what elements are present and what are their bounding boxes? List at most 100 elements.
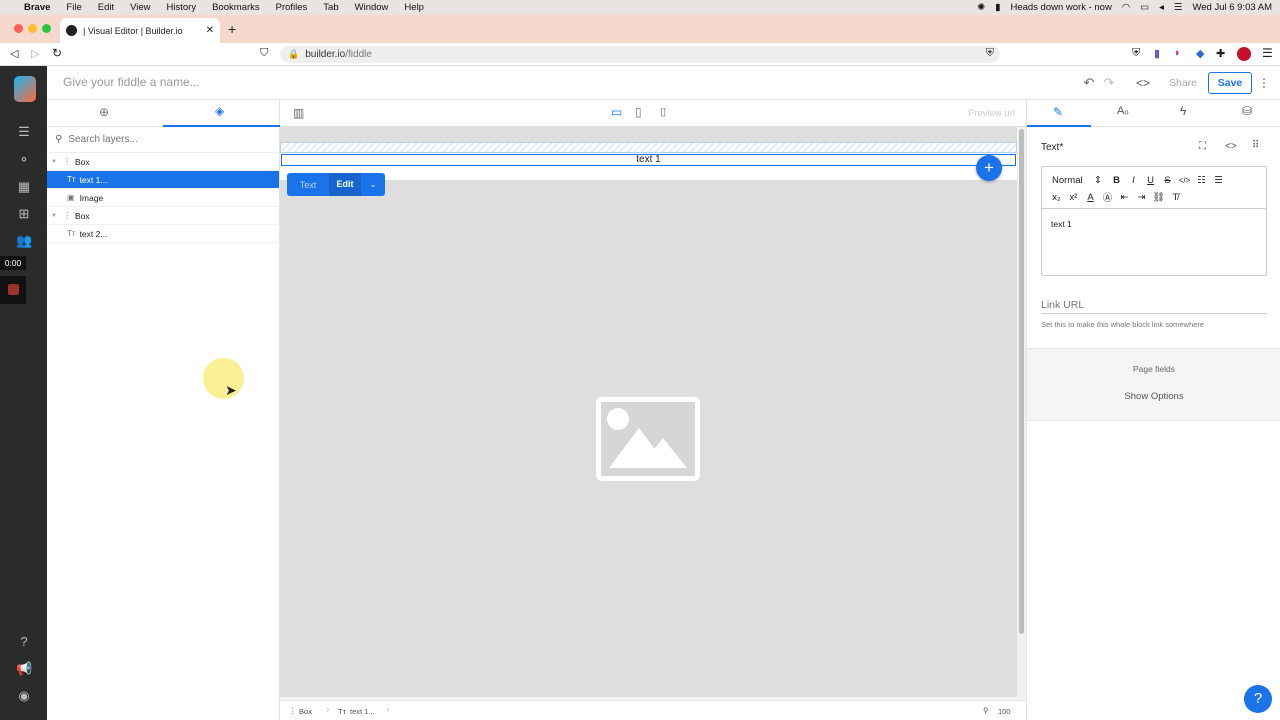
menu-tab[interactable]: Tab <box>323 2 338 13</box>
menu-file[interactable]: File <box>66 2 81 13</box>
breadcrumb-item[interactable]: Box <box>299 707 312 716</box>
menu-edit[interactable]: Edit <box>98 2 114 13</box>
more-menu-icon[interactable]: ⋮ <box>1258 72 1270 94</box>
outdent-icon[interactable]: ⇤ <box>1116 192 1133 203</box>
tab-data-icon[interactable]: ⛁ <box>1242 104 1252 118</box>
link-icon[interactable]: ⛓ <box>1150 192 1167 203</box>
users-icon[interactable]: 👥 <box>16 233 32 249</box>
bold-icon[interactable]: B <box>1108 175 1125 186</box>
menu-bookmarks[interactable]: Bookmarks <box>212 2 260 13</box>
drag-handle-icon[interactable]: ⋮ <box>63 156 72 167</box>
browser-menu-icon[interactable]: ☰ <box>1262 46 1273 60</box>
collapse-arrow-icon[interactable]: ▼ <box>51 159 57 165</box>
tab-edit-icon[interactable]: ✎ <box>1053 105 1063 119</box>
profile-avatar[interactable] <box>1237 47 1251 61</box>
sidebar-toggle-icon[interactable]: ▮ <box>995 2 1000 13</box>
extension-icon-2[interactable]: ◆ <box>1196 47 1204 60</box>
drag-icon[interactable]: ⠿ <box>1252 140 1259 151</box>
code-inline-icon[interactable]: </> <box>1176 176 1193 185</box>
code-icon[interactable]: <> <box>1225 141 1237 152</box>
menu-app-name[interactable]: Brave <box>24 2 50 13</box>
focus-status[interactable]: Heads down work - now <box>1010 2 1111 13</box>
menu-profiles[interactable]: Profiles <box>276 2 308 13</box>
menu-help[interactable]: Help <box>404 2 424 13</box>
puzzle-extensions-icon[interactable]: ✚ <box>1216 47 1225 60</box>
zoom-level[interactable]: 100 <box>998 707 1011 716</box>
reload-icon[interactable]: ↻ <box>52 46 62 60</box>
bullet-list-icon[interactable]: ☰ <box>1210 175 1227 186</box>
layers-search[interactable]: ⚲ <box>47 127 279 153</box>
close-window-icon[interactable] <box>14 24 23 33</box>
indent-icon[interactable]: ⇥ <box>1133 192 1150 203</box>
battery-icon[interactable]: ▭ <box>1140 2 1149 13</box>
menu-view[interactable]: View <box>130 2 150 13</box>
targeting-icon[interactable]: ⚬ <box>16 152 32 168</box>
breadcrumb-item[interactable]: text 1... <box>350 707 375 716</box>
tab-interactions-icon[interactable]: ϟ <box>1180 104 1186 118</box>
canvas-page[interactable]: text 1 Text Edit ⌄ + <box>280 127 1017 697</box>
extension-icon-1[interactable]: ▮ <box>1154 47 1160 60</box>
superscript-icon[interactable]: x² <box>1065 192 1082 203</box>
new-tab-icon[interactable]: + <box>228 21 236 37</box>
undo-icon[interactable]: ↶ <box>1081 72 1097 94</box>
menu-history[interactable]: History <box>167 2 197 13</box>
layer-row[interactable]: ▣ Image <box>47 189 279 207</box>
help-chat-button[interactable]: ? <box>1244 685 1272 713</box>
content-icon[interactable]: ☰ <box>16 124 32 140</box>
menu-window[interactable]: Window <box>355 2 389 13</box>
clear-format-icon[interactable]: T̸ <box>1167 192 1184 203</box>
canvas-scrollbar[interactable] <box>1019 129 1024 634</box>
block-options-dropdown-icon[interactable]: ⌄ <box>361 180 385 189</box>
account-icon[interactable]: ◉ <box>16 688 32 704</box>
columns-view-icon[interactable]: ▥ <box>293 106 304 120</box>
announcements-icon[interactable]: 📢 <box>16 661 32 677</box>
rich-text-editor[interactable]: Normal ⇕ B I U S </> ☷ ☰ x₂ x² A Ⓐ ⇤ ⇥ ⛓ … <box>1041 166 1267 276</box>
wifi-icon[interactable]: ◠ <box>1122 2 1130 13</box>
help-icon[interactable]: ? <box>16 634 32 650</box>
integrations-icon[interactable]: ⊞ <box>16 206 32 222</box>
forward-icon[interactable]: ▷ <box>31 47 39 60</box>
search-layers-input[interactable] <box>68 134 249 145</box>
layer-row[interactable]: ▼ ⋮ Box <box>47 153 279 171</box>
preview-url[interactable]: Preview url <box>968 108 1015 119</box>
desktop-view-icon[interactable]: ▭ <box>611 105 622 119</box>
pocket-icon[interactable]: ◗ <box>1174 47 1181 59</box>
menubar-datetime[interactable]: Wed Jul 6 9:03 AM <box>1192 2 1272 13</box>
layer-row-selected[interactable]: Tт text 1... <box>47 171 279 189</box>
background-color-icon[interactable]: Ⓐ <box>1099 190 1116 204</box>
close-tab-icon[interactable]: ✕ <box>206 25 214 36</box>
drag-handle-icon[interactable]: ⋮ <box>63 210 72 221</box>
tab-insert-icon[interactable]: ⊕ <box>99 105 109 119</box>
redo-icon[interactable]: ↷ <box>1101 72 1117 94</box>
fiddle-name-input[interactable] <box>63 75 363 89</box>
minimize-window-icon[interactable] <box>28 24 37 33</box>
save-button[interactable]: Save <box>1208 72 1252 94</box>
models-icon[interactable]: ▦ <box>16 179 32 195</box>
italic-icon[interactable]: I <box>1125 175 1142 186</box>
back-icon[interactable]: ◁ <box>10 47 18 60</box>
tab-style-icon[interactable]: Aₒ <box>1117 105 1129 117</box>
share-button[interactable]: Share <box>1163 72 1203 94</box>
brave-shield-icon[interactable]: ⛨ <box>986 47 994 60</box>
layer-row[interactable]: ▼ ⋮ Box <box>47 207 279 225</box>
link-url-input[interactable] <box>1041 296 1267 314</box>
stop-record-icon[interactable] <box>8 284 19 295</box>
collapse-arrow-icon[interactable]: ▼ <box>51 213 57 219</box>
volume-icon[interactable]: ◂ <box>1159 2 1164 13</box>
mobile-view-icon[interactable]: ▯ <box>660 105 666 118</box>
subscript-icon[interactable]: x₂ <box>1048 192 1065 203</box>
format-select[interactable]: Normal ⇕ <box>1048 175 1108 186</box>
zoom-window-icon[interactable] <box>42 24 51 33</box>
extension-shield-icon[interactable]: ⛨ <box>1132 47 1140 60</box>
selected-text-block[interactable]: text 1 <box>281 154 1016 166</box>
underline-icon[interactable]: U <box>1142 175 1159 186</box>
address-bar[interactable]: 🔒 builder.io/fiddle ⛨ <box>280 46 1000 63</box>
selected-text-content[interactable]: text 1 <box>636 154 660 165</box>
tab-layers-icon[interactable]: ◈ <box>215 104 224 118</box>
edit-button[interactable]: Edit <box>329 173 361 196</box>
ordered-list-icon[interactable]: ☷ <box>1193 175 1210 186</box>
control-center-icon[interactable]: ☰ <box>1174 2 1183 13</box>
tablet-view-icon[interactable]: ▯ <box>635 105 642 119</box>
text-color-icon[interactable]: A <box>1082 192 1099 203</box>
strikethrough-icon[interactable]: S <box>1159 175 1176 186</box>
